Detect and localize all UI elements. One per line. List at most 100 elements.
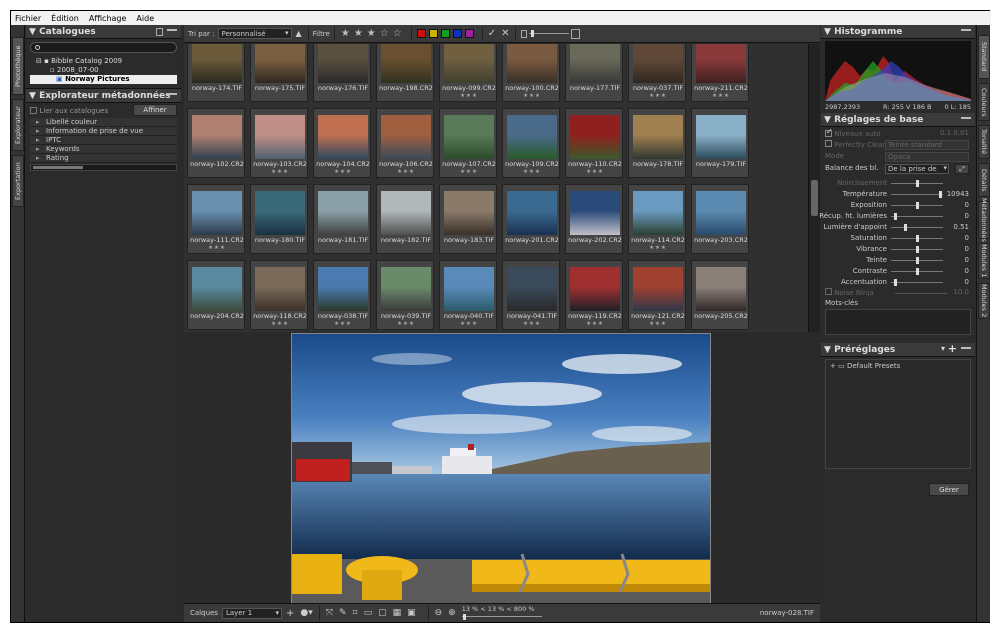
thumbnail[interactable]: norway-118.CR2 ★★★ bbox=[250, 260, 308, 330]
star-filter-icon[interactable]: ★ bbox=[367, 28, 376, 39]
slider-knob[interactable] bbox=[894, 279, 897, 286]
star-filter-icon[interactable]: ★ bbox=[354, 28, 363, 39]
accept-icon[interactable]: ✓ bbox=[488, 28, 496, 39]
meta-item[interactable]: IPTC bbox=[30, 136, 177, 145]
tab-right-4[interactable]: Métadonnées bbox=[978, 198, 990, 242]
slider-knob[interactable] bbox=[894, 213, 897, 220]
sort-direction-icon[interactable]: ▲ bbox=[296, 29, 302, 38]
star-filter-icon[interactable]: ☆ bbox=[393, 28, 402, 39]
tree-item-folder[interactable]: ▫ 2008_07-00 bbox=[30, 66, 177, 75]
thumbnail[interactable]: norway-211.CR2 ★★★ bbox=[691, 44, 749, 102]
thumbnail[interactable]: norway-111.CR2 ★★★ bbox=[187, 184, 245, 254]
thumbnail[interactable]: norway-107.CR2 ★★★ bbox=[439, 108, 497, 178]
catalogue-search-input[interactable] bbox=[30, 42, 177, 53]
thumbnail[interactable]: norway-203.CR2 bbox=[691, 184, 749, 254]
thumbnail[interactable]: norway-102.CR2 bbox=[187, 108, 245, 178]
noise-ninja-checkbox[interactable] bbox=[825, 288, 832, 295]
thumbnail[interactable]: norway-202.CR2 bbox=[565, 184, 623, 254]
meta-item[interactable]: Information de prise de vue bbox=[30, 127, 177, 136]
thumbnail[interactable]: norway-099.CR2 ★★★ bbox=[439, 44, 497, 102]
thumbnail[interactable]: norway-109.CR2 ★★★ bbox=[502, 108, 560, 178]
catalogues-header[interactable]: ▼ Catalogues bbox=[26, 25, 181, 39]
thumbnail[interactable]: norway-038.TIF ★★★ bbox=[313, 260, 371, 330]
thumbnail[interactable]: norway-104.CR2 ★★★ bbox=[313, 108, 371, 178]
thumbnail[interactable]: norway-039.TIF ★★★ bbox=[376, 260, 434, 330]
thumb-small-icon[interactable] bbox=[521, 29, 528, 38]
color-label-filter[interactable] bbox=[428, 29, 438, 38]
slider-knob[interactable] bbox=[916, 235, 919, 242]
meta-item[interactable]: Keywords bbox=[30, 145, 177, 154]
mode-select[interactable]: Opaca bbox=[885, 152, 969, 162]
tab-right-2[interactable]: Tonalité bbox=[978, 125, 990, 159]
reject-icon[interactable]: ✕ bbox=[501, 28, 509, 39]
thumb-size-slider[interactable] bbox=[529, 30, 570, 37]
presets-header[interactable]: ▼ Préréglages ▾ + bbox=[821, 342, 975, 357]
thumb-large-icon[interactable] bbox=[571, 28, 581, 39]
eyedropper-icon[interactable]: ✎ bbox=[339, 608, 347, 618]
menu-item-3[interactable]: Aide bbox=[136, 14, 154, 23]
menu-item-0[interactable]: Fichier bbox=[15, 14, 41, 23]
color-label-filter[interactable] bbox=[464, 29, 474, 38]
thumbnail[interactable]: norway-201.CR2 bbox=[502, 184, 560, 254]
thumbnail[interactable]: norway-119.CR2 ★★★ bbox=[565, 260, 623, 330]
thumbnail[interactable]: norway-204.CR2 bbox=[187, 260, 245, 330]
thumbnail[interactable]: norway-121.CR2 ★★★ bbox=[628, 260, 686, 330]
pin-icon[interactable] bbox=[961, 347, 971, 352]
histogram-header[interactable]: ▼ Histogramme bbox=[821, 25, 975, 39]
slider-knob[interactable] bbox=[904, 224, 907, 231]
wb-picker-icon[interactable]: ⤢ bbox=[955, 164, 969, 174]
tab-explorateur[interactable]: Explorateur bbox=[12, 99, 24, 151]
thumbnail[interactable]: norway-183.TIF bbox=[439, 184, 497, 254]
pin-icon[interactable] bbox=[167, 93, 177, 98]
slider-knob[interactable] bbox=[916, 202, 919, 209]
slider-knob[interactable] bbox=[916, 257, 919, 264]
slider-knob[interactable] bbox=[916, 268, 919, 275]
slider-knob[interactable] bbox=[939, 191, 942, 198]
presets-menu-icon[interactable]: ▾ bbox=[941, 344, 945, 353]
slider-track[interactable] bbox=[891, 227, 943, 228]
keywords-field[interactable] bbox=[825, 309, 971, 335]
slider-knob[interactable] bbox=[916, 246, 919, 253]
meta-explorer-header[interactable]: ▼ Explorateur métadonnées bbox=[26, 89, 181, 103]
color-label-filter[interactable] bbox=[452, 29, 462, 38]
thumbnail[interactable]: norway-037.TIF ★★★ bbox=[628, 44, 686, 102]
tab-exportation[interactable]: Exportation bbox=[12, 155, 24, 207]
preset-folder[interactable]: + ▭ Default Presets bbox=[830, 362, 966, 370]
slider-knob[interactable] bbox=[916, 180, 919, 187]
thumbnail[interactable]: norway-110.CR2 ★★★ bbox=[565, 108, 623, 178]
thumbnail[interactable]: norway-174.TIF bbox=[187, 44, 245, 102]
thumbnail[interactable]: norway-041.TIF ★★★ bbox=[502, 260, 560, 330]
zoom-slider[interactable] bbox=[461, 616, 542, 617]
tab-right-3[interactable]: Détails bbox=[978, 163, 990, 197]
rotate-icon[interactable]: ▭ bbox=[364, 608, 373, 618]
thumbnail[interactable]: norway-177.TIF bbox=[565, 44, 623, 102]
thumbnail[interactable]: norway-100.CR2 ★★★ bbox=[502, 44, 560, 102]
scroll-thumb[interactable] bbox=[811, 180, 818, 216]
thumbnail[interactable]: norway-178.TIF bbox=[628, 108, 686, 178]
layer-select[interactable]: Layer 1 ▾ bbox=[221, 607, 282, 619]
add-preset-icon[interactable]: + bbox=[948, 342, 957, 355]
manage-presets-button[interactable]: Gérer bbox=[929, 483, 969, 496]
star-filter-icon[interactable]: ☆ bbox=[380, 28, 389, 39]
star-filter-icon[interactable]: ★ bbox=[341, 28, 350, 39]
main-photo[interactable] bbox=[291, 333, 711, 612]
crop-icon[interactable]: ⌗ bbox=[352, 608, 357, 618]
perfect-clear-checkbox[interactable] bbox=[825, 140, 832, 147]
rating-filter[interactable]: ★ ★ ★ ☆ ☆ bbox=[341, 28, 406, 39]
thumbnail[interactable]: norway-040.TIF ★★★ bbox=[439, 260, 497, 330]
zoom-out-icon[interactable]: ⊖ bbox=[435, 608, 443, 618]
thumbnail[interactable]: norway-182.TIF bbox=[376, 184, 434, 254]
zoom-control[interactable]: 13 % < 13 % < 800 % bbox=[461, 605, 552, 621]
pin-icon[interactable] bbox=[167, 29, 177, 34]
thumbnail[interactable]: norway-179.TIF bbox=[691, 108, 749, 178]
slider-track[interactable] bbox=[891, 194, 943, 195]
thumbnail[interactable]: norway-114.CR2 ★★★ bbox=[628, 184, 686, 254]
grid-scrollbar[interactable] bbox=[808, 44, 820, 332]
thumbnail[interactable]: norway-106.CR2 ★★★ bbox=[376, 108, 434, 178]
tab-phototheque[interactable]: Photothèque bbox=[12, 37, 24, 95]
wb-select[interactable]: De la prise de ▾ bbox=[885, 164, 949, 174]
thumbnail[interactable]: norway-176.TIF bbox=[313, 44, 371, 102]
thumbnail[interactable]: norway-198.CR2 bbox=[376, 44, 434, 102]
meta-list-scrollbar[interactable] bbox=[30, 164, 177, 171]
menu-item-1[interactable]: Édition bbox=[51, 14, 79, 23]
